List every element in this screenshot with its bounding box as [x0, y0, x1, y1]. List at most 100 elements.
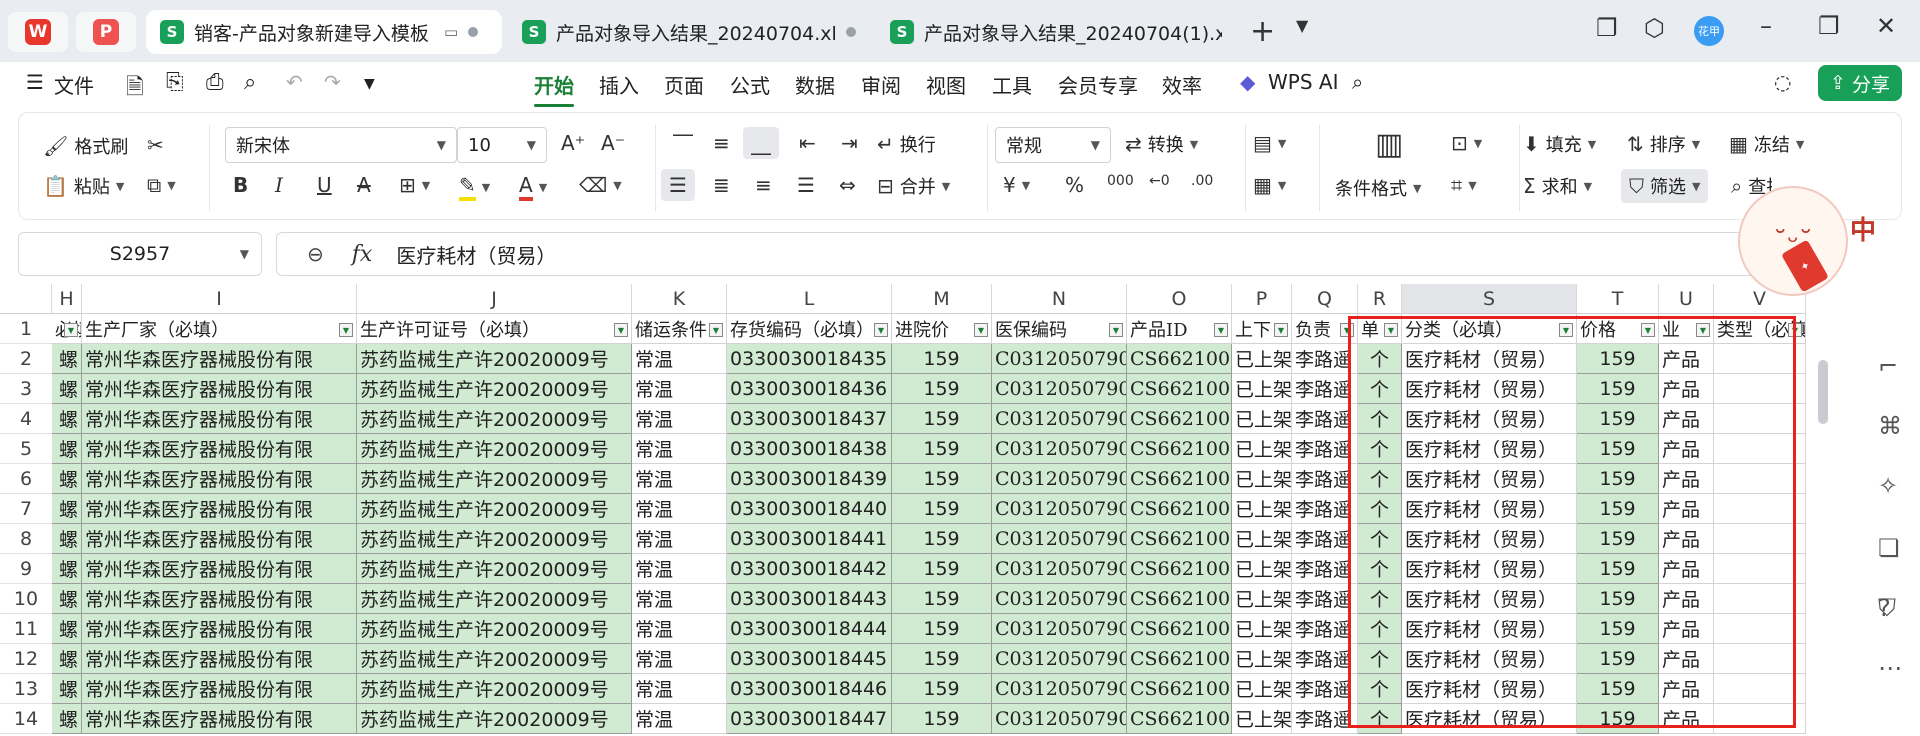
row-header[interactable]: 6	[0, 464, 52, 494]
menu-view[interactable]: 视图	[926, 70, 966, 99]
cell-v[interactable]	[1714, 704, 1806, 734]
magic-tool-icon[interactable]: ✧	[1878, 472, 1898, 500]
cell-l[interactable]: 0330030018436	[727, 374, 892, 404]
cell-h[interactable]: 螺	[52, 584, 82, 614]
cell-t[interactable]: 159	[1577, 374, 1659, 404]
cell-s[interactable]: 医疗耗材（贸易）	[1402, 614, 1577, 644]
tab-document-1[interactable]: S 销客-产品对象新建导入模板 ( ▭	[146, 10, 502, 54]
conditional-format-button[interactable]: 条件格式 ▼	[1335, 175, 1421, 201]
avatar[interactable]: 花甲	[1694, 16, 1724, 46]
cell-j[interactable]: 苏药监械生产许20020009号	[357, 674, 632, 704]
cell-m[interactable]: 159	[892, 704, 992, 734]
cell-t[interactable]: 159	[1577, 524, 1659, 554]
cell-r[interactable]: 个	[1358, 614, 1402, 644]
cell-q[interactable]: 李路遥	[1292, 554, 1358, 584]
cell-o[interactable]: CS662100	[1127, 494, 1232, 524]
cell-h[interactable]: 螺	[52, 614, 82, 644]
field-header-h[interactable]: 必填▼	[52, 314, 82, 344]
cell-j[interactable]: 苏药监械生产许20020009号	[357, 524, 632, 554]
tab-document-2[interactable]: S 产品对象导入结果_20240704.xlsx	[508, 10, 870, 54]
style-button[interactable]: ⊡ ▼	[1451, 131, 1482, 155]
print-preview-icon[interactable]: ⌕	[244, 70, 256, 95]
cell-l[interactable]: 0330030018437	[727, 404, 892, 434]
cell-n[interactable]: C0312050790	[992, 614, 1127, 644]
comment-icon[interactable]: ◌	[1774, 70, 1791, 94]
column-header-o[interactable]: O	[1127, 284, 1232, 314]
cell-o[interactable]: CS662100	[1127, 704, 1232, 734]
cell-i[interactable]: 常州华森医疗器械股份有限	[82, 434, 357, 464]
redo-icon[interactable]: ↷	[324, 70, 341, 94]
clear-button[interactable]: ⌫ ▼	[579, 173, 622, 197]
cell-s[interactable]: 医疗耗材（贸易）	[1402, 704, 1577, 734]
cell-q[interactable]: 李路遥	[1292, 374, 1358, 404]
cell-i[interactable]: 常州华森医疗器械股份有限	[82, 674, 357, 704]
question-icon[interactable]: ?	[1878, 594, 1891, 622]
cell-j[interactable]: 苏药监械生产许20020009号	[357, 434, 632, 464]
cell-j[interactable]: 苏药监械生产许20020009号	[357, 644, 632, 674]
cell-s[interactable]: 医疗耗材（贸易）	[1402, 584, 1577, 614]
cell-i[interactable]: 常州华森医疗器械股份有限	[82, 494, 357, 524]
column-header-s[interactable]: S	[1402, 284, 1577, 314]
cell-i[interactable]: 常州华森医疗器械股份有限	[82, 344, 357, 374]
cell-q[interactable]: 李路遥	[1292, 614, 1358, 644]
book-icon[interactable]: ❏	[1878, 534, 1900, 562]
cell-k[interactable]: 常温	[632, 404, 727, 434]
row-header[interactable]: 9	[0, 554, 52, 584]
menu-review[interactable]: 审阅	[861, 70, 901, 99]
cell-u[interactable]: 产品	[1659, 584, 1714, 614]
row-header[interactable]: 11	[0, 614, 52, 644]
cell-j[interactable]: 苏药监械生产许20020009号	[357, 584, 632, 614]
minimize-icon[interactable]: –	[1760, 12, 1772, 40]
column-header-m[interactable]: M	[892, 284, 992, 314]
field-header-j[interactable]: 生产许可证号（必填） ▼	[357, 314, 632, 344]
column-header-u[interactable]: U	[1659, 284, 1714, 314]
field-header-m[interactable]: 进院价 ▼	[892, 314, 992, 344]
cell-r[interactable]: 个	[1358, 584, 1402, 614]
cell-i[interactable]: 常州华森医疗器械股份有限	[82, 584, 357, 614]
new-tab-button[interactable]: +	[1250, 14, 1275, 49]
cell-i[interactable]: 常州华森医疗器械股份有限	[82, 644, 357, 674]
border-button[interactable]: ⊞ ▼	[399, 173, 430, 197]
cell-h[interactable]: 螺	[52, 344, 82, 374]
cell-m[interactable]: 159	[892, 554, 992, 584]
cell-n[interactable]: C0312050790	[992, 674, 1127, 704]
cell-p[interactable]: 已上架	[1232, 494, 1292, 524]
search-icon[interactable]: ⌕	[1352, 70, 1363, 94]
field-header-t[interactable]: 价格 ▼	[1577, 314, 1659, 344]
row-header[interactable]: 7	[0, 494, 52, 524]
paste-button[interactable]: 📋 粘贴 ▼	[43, 173, 124, 199]
row-header[interactable]: 14	[0, 704, 52, 734]
cell-v[interactable]	[1714, 494, 1806, 524]
cell-n[interactable]: C0312050790	[992, 644, 1127, 674]
menu-formula[interactable]: 公式	[730, 70, 770, 99]
cell-r[interactable]: 个	[1358, 494, 1402, 524]
cell-r[interactable]: 个	[1358, 344, 1402, 374]
cell-l[interactable]: 0330030018443	[727, 584, 892, 614]
hamburger-icon[interactable]: ☰	[26, 70, 44, 94]
cell-m[interactable]: 159	[892, 524, 992, 554]
cell-o[interactable]: CS662100	[1127, 404, 1232, 434]
menu-efficiency[interactable]: 效率	[1162, 70, 1202, 99]
cell-i[interactable]: 常州华森医疗器械股份有限	[82, 404, 357, 434]
filter-dropdown-icon[interactable]: ▼	[1788, 323, 1802, 337]
spreadsheet-grid[interactable]: HIJKLMNOPQRSTUV1必填▼生产厂家（必填）▼生产许可证号（必填）▼储…	[0, 284, 1920, 736]
cell-r[interactable]: 个	[1358, 404, 1402, 434]
field-header-k[interactable]: 储运条件 ▼	[632, 314, 727, 344]
cell-h[interactable]: 螺	[52, 554, 82, 584]
fx-icon[interactable]: fx	[352, 242, 373, 267]
cell-h[interactable]: 螺	[52, 374, 82, 404]
decrease-font-button[interactable]: A⁻	[601, 131, 625, 155]
cell-t[interactable]: 159	[1577, 494, 1659, 524]
menu-insert[interactable]: 插入	[599, 70, 639, 99]
cell-h[interactable]: 螺	[52, 434, 82, 464]
cell-o[interactable]: CS662100	[1127, 554, 1232, 584]
cell-l[interactable]: 0330030018438	[727, 434, 892, 464]
cell-k[interactable]: 常温	[632, 524, 727, 554]
cell-l[interactable]: 0330030018445	[727, 644, 892, 674]
filter-dropdown-icon[interactable]: ▼	[1559, 323, 1573, 337]
font-size-select[interactable]: 10 ▼	[457, 127, 547, 163]
cell-u[interactable]: 产品	[1659, 704, 1714, 734]
quick-access-chevron-icon[interactable]: ▼	[364, 76, 375, 92]
row-header[interactable]: 5	[0, 434, 52, 464]
cell-n[interactable]: C0312050790	[992, 404, 1127, 434]
